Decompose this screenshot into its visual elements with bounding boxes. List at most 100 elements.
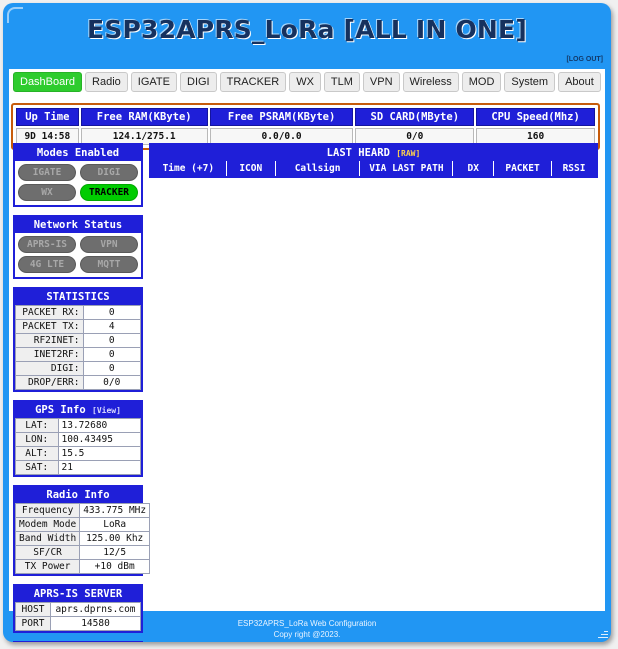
status-header-cell: Free PSRAM(KByte)	[209, 108, 354, 126]
radio-row: Frequency 433.775 MHz	[14, 503, 151, 518]
statistics-row: DROP/ERR: 0/0	[15, 375, 141, 390]
statistics-row: RF2INET: 0	[15, 333, 141, 348]
radio-row-value: 12/5	[79, 545, 151, 560]
tab-system[interactable]: System	[504, 72, 556, 92]
toggle-mqtt[interactable]: MQTT	[80, 256, 138, 273]
status-header-cell: CPU Speed(Mhz)	[476, 108, 595, 126]
statistics-row-key: RF2INET:	[15, 333, 84, 348]
aprsis-server-title: APRS-IS SERVER	[15, 586, 141, 602]
radio-row-value: +10 dBm	[79, 559, 151, 574]
radio-row: TX Power +10 dBm	[14, 559, 151, 574]
radio-row: Band Width 125.00 Khz	[14, 531, 151, 546]
radio-row-key: TX Power	[14, 559, 81, 574]
gps-row-key: LAT:	[15, 418, 59, 433]
last-heard-label: LAST HEARD	[326, 147, 390, 159]
window-resize-handle[interactable]	[596, 627, 608, 639]
toggle-4g-lte[interactable]: 4G LTE	[18, 256, 76, 273]
radio-info-table: Frequency 433.775 MHz Modem Mode LoRa Band W…	[14, 503, 151, 574]
statistics-row: PACKET RX: 0	[15, 305, 141, 320]
radio-row: SF/CR 12/5	[14, 545, 151, 560]
logout-link[interactable]: [LOG OUT]	[566, 56, 603, 63]
system-status-table: Up Time Free RAM(KByte) Free PSRAM(KByte) S…	[14, 106, 597, 147]
panel-statistics: STATISTICS PACKET RX: 0 PACKET TX: 4 RF2INET…	[13, 287, 143, 392]
last-heard-column-header: Time (+7)	[151, 161, 227, 176]
radio-row: Modem Mode LoRa	[14, 517, 151, 532]
statistics-row-key: DIGI:	[15, 361, 84, 376]
gps-row-key: ALT:	[15, 446, 59, 461]
tab-tlm[interactable]: TLM	[323, 72, 360, 92]
gps-row: SAT: 21	[15, 460, 141, 475]
pill-row: WX TRACKER	[18, 184, 138, 201]
tab-vpn[interactable]: VPN	[362, 72, 400, 92]
pill-row: IGATE DIGI	[18, 164, 138, 181]
statistics-row-value: 0/0	[82, 375, 141, 390]
tab-digi[interactable]: DIGI	[180, 72, 217, 92]
tab-mod[interactable]: MOD	[461, 72, 502, 92]
status-header-cell: Up Time	[16, 108, 79, 126]
last-heard-column-header: VIA LAST PATH	[359, 161, 454, 176]
panel-modes-enabled: Modes Enabled IGATE DIGI WX TRACKER	[13, 143, 143, 207]
footer-line-1: ESP32APRS_LoRa Web Configuration	[237, 619, 377, 628]
main-content: Up Time Free RAM(KByte) Free PSRAM(KByte) S…	[9, 95, 605, 642]
gps-info-label: GPS Info	[35, 404, 86, 416]
statistics-table: PACKET RX: 0 PACKET TX: 4 RF2INET: 0 INET2RF: 0…	[15, 305, 141, 390]
toggle-vpn[interactable]: VPN	[80, 236, 138, 253]
last-heard-column-header: PACKET	[493, 161, 553, 176]
tab-about[interactable]: About	[558, 72, 601, 92]
toggle-igate[interactable]: IGATE	[18, 164, 76, 181]
toggle-aprs-is[interactable]: APRS-IS	[18, 236, 76, 253]
browser-window: ESP32APRS_LoRa [ALL IN ONE] [LOG OUT] Da…	[3, 3, 611, 642]
tab-wireless[interactable]: Wireless	[402, 72, 459, 92]
statistics-row: DIGI: 0	[15, 361, 141, 376]
statistics-title: STATISTICS	[15, 289, 141, 305]
last-heard-column-header: RSSI	[551, 161, 596, 176]
gps-view-link[interactable]: [View]	[92, 406, 121, 415]
page-footer: ESP32APRS_LoRa Web Configuration Copy ri…	[3, 611, 611, 642]
gps-row-key: SAT:	[15, 460, 59, 475]
last-heard-table: Time (+7) ICON Callsign VIA LAST PATH DX PACK…	[151, 161, 596, 176]
nav-tabs: DashBoard Radio IGATE DIGI TRACKER WX TLM VPN Wi…	[9, 69, 605, 95]
panel-network-status: Network Status APRS-IS VPN 4G LTE MQTT	[13, 215, 143, 279]
last-heard-title: LAST HEARD [RAW]	[151, 145, 596, 161]
network-status-pills: APRS-IS VPN 4G LTE MQTT	[15, 233, 141, 277]
statistics-row-value: 0	[82, 347, 141, 362]
app-header: ESP32APRS_LoRa [ALL IN ONE] [LOG OUT]	[3, 3, 611, 67]
statistics-row-key: PACKET RX:	[15, 305, 84, 320]
sidebar: Modes Enabled IGATE DIGI WX TRACKER Network…	[13, 143, 151, 642]
pill-row: APRS-IS VPN	[18, 236, 138, 253]
tab-tracker[interactable]: TRACKER	[219, 72, 287, 92]
panel-radio-info: Radio Info Frequency 433.775 MHz Modem Mod…	[13, 485, 151, 576]
radio-row-value: 125.00 Khz	[79, 531, 151, 546]
tab-dashboard[interactable]: DashBoard	[13, 72, 83, 92]
statistics-row-value: 0	[82, 333, 141, 348]
modes-enabled-pills: IGATE DIGI WX TRACKER	[15, 161, 141, 205]
gps-row-value: 13.72680	[57, 418, 141, 433]
toggle-digi[interactable]: DIGI	[80, 164, 138, 181]
status-header-cell: SD CARD(MByte)	[355, 108, 475, 126]
gps-row: ALT: 15.5	[15, 446, 141, 461]
statistics-row-key: INET2RF:	[15, 347, 84, 362]
statistics-row: INET2RF: 0	[15, 347, 141, 362]
toggle-tracker[interactable]: TRACKER	[80, 184, 138, 201]
last-heard-column-header: DX	[452, 161, 494, 176]
toggle-wx[interactable]: WX	[18, 184, 76, 201]
radio-row-key: Frequency	[14, 503, 81, 518]
gps-row-key: LON:	[15, 432, 59, 447]
statistics-row-key: DROP/ERR:	[15, 375, 84, 390]
footer-line-2: Copy right @2023.	[273, 630, 341, 639]
tab-radio[interactable]: Radio	[85, 72, 128, 92]
statistics-row-value: 4	[82, 319, 141, 334]
last-heard-raw-link[interactable]: [RAW]	[396, 149, 420, 158]
radio-info-title: Radio Info	[15, 487, 141, 503]
system-status-header-row: Up Time Free RAM(KByte) Free PSRAM(KByte) S…	[16, 108, 595, 126]
radio-row-key: Band Width	[14, 531, 81, 546]
gps-row: LAT: 13.72680	[15, 418, 141, 433]
radio-row-value: 433.775 MHz	[79, 503, 151, 518]
gps-info-table: LAT: 13.72680 LON: 100.43495 ALT: 15.5 SAT: 21	[15, 418, 141, 475]
modes-enabled-title: Modes Enabled	[15, 145, 141, 161]
gps-row: LON: 100.43495	[15, 432, 141, 447]
tab-igate[interactable]: IGATE	[130, 72, 177, 92]
last-heard-column-header: Callsign	[275, 161, 361, 176]
radio-row-key: Modem Mode	[14, 517, 81, 532]
tab-wx[interactable]: WX	[289, 72, 321, 92]
